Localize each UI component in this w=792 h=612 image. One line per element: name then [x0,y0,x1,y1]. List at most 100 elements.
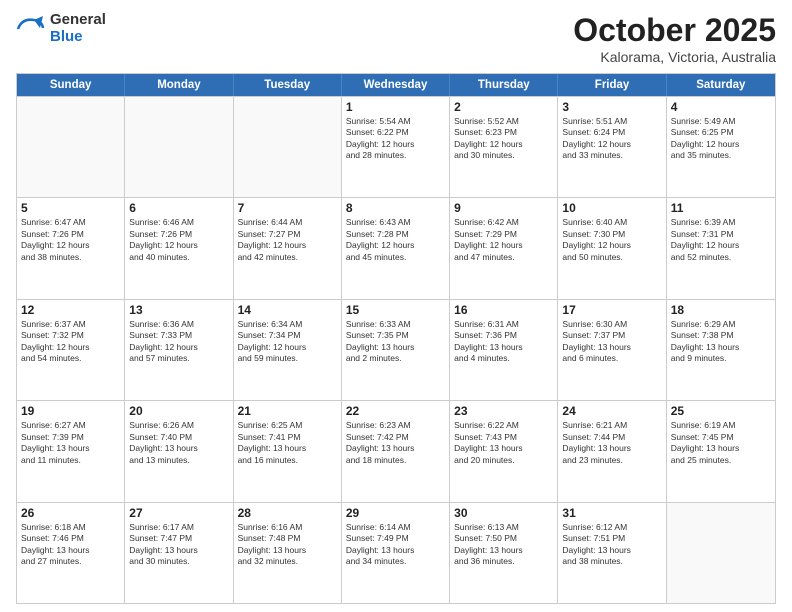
day-cell-3: 3 Sunrise: 5:51 AM Sunset: 6:24 PM Daylig… [558,97,666,197]
empty-cell-0-2 [234,97,342,197]
cell-info-text: Sunrise: 6:13 AM Sunset: 7:50 PM Dayligh… [454,522,553,568]
cell-info-text: Sunrise: 6:17 AM Sunset: 7:47 PM Dayligh… [129,522,228,568]
day-cell-17: 17Sunrise: 6:30 AM Sunset: 7:37 PM Dayli… [558,300,666,400]
header-day-sunday: Sunday [17,74,125,96]
day-cell-8: 8Sunrise: 6:43 AM Sunset: 7:28 PM Daylig… [342,198,450,298]
cell-info-text: Sunrise: 5:49 AM Sunset: 6:25 PM Dayligh… [671,116,771,162]
cell-info-text: Sunrise: 5:54 AM Sunset: 6:22 PM Dayligh… [346,116,445,162]
week-row-1: 1 Sunrise: 5:54 AM Sunset: 6:22 PM Daylig… [17,96,775,197]
day-cell-11: 11 Sunrise: 6:39 AM Sunset: 7:31 PM Dayli… [667,198,775,298]
header-day-wednesday: Wednesday [342,74,450,96]
cell-day-number: 6 [129,201,228,215]
cell-info-text: Sunrise: 6:40 AM Sunset: 7:30 PM Dayligh… [562,217,661,263]
cell-day-number: 17 [562,303,661,317]
day-cell-21: 21Sunrise: 6:25 AM Sunset: 7:41 PM Dayli… [234,401,342,501]
cell-day-number: 2 [454,100,553,114]
cell-day-number: 30 [454,506,553,520]
empty-cell-4-6 [667,503,775,603]
cell-info-text: Sunrise: 6:27 AM Sunset: 7:39 PM Dayligh… [21,420,120,466]
day-cell-18: 18 Sunrise: 6:29 AM Sunset: 7:38 PM Dayli… [667,300,775,400]
week-row-2: 5 Sunrise: 6:47 AM Sunset: 7:26 PM Daylig… [17,197,775,298]
cell-day-number: 1 [346,100,445,114]
title-block: October 2025 Kalorama, Victoria, Austral… [573,12,776,65]
cell-info-text: Sunrise: 6:42 AM Sunset: 7:29 PM Dayligh… [454,217,553,263]
cell-info-text: Sunrise: 6:23 AM Sunset: 7:42 PM Dayligh… [346,420,445,466]
day-cell-4: 4 Sunrise: 5:49 AM Sunset: 6:25 PM Daylig… [667,97,775,197]
cell-day-number: 18 [671,303,771,317]
day-cell-14: 14Sunrise: 6:34 AM Sunset: 7:34 PM Dayli… [234,300,342,400]
cell-info-text: Sunrise: 6:12 AM Sunset: 7:51 PM Dayligh… [562,522,661,568]
cell-day-number: 27 [129,506,228,520]
cell-day-number: 4 [671,100,771,114]
logo-blue-text: Blue [50,29,106,46]
cell-day-number: 26 [21,506,120,520]
cell-info-text: Sunrise: 6:21 AM Sunset: 7:44 PM Dayligh… [562,420,661,466]
day-cell-5: 5 Sunrise: 6:47 AM Sunset: 7:26 PM Daylig… [17,198,125,298]
cell-day-number: 11 [671,201,771,215]
cell-info-text: Sunrise: 6:47 AM Sunset: 7:26 PM Dayligh… [21,217,120,263]
day-cell-28: 28Sunrise: 6:16 AM Sunset: 7:48 PM Dayli… [234,503,342,603]
cell-day-number: 12 [21,303,120,317]
week-row-3: 12 Sunrise: 6:37 AM Sunset: 7:32 PM Dayli… [17,299,775,400]
logo-icon [16,14,46,44]
header-day-monday: Monday [125,74,233,96]
day-cell-25: 25 Sunrise: 6:19 AM Sunset: 7:45 PM Dayli… [667,401,775,501]
cell-day-number: 20 [129,404,228,418]
cell-day-number: 10 [562,201,661,215]
cell-day-number: 15 [346,303,445,317]
cell-day-number: 5 [21,201,120,215]
cell-day-number: 7 [238,201,337,215]
empty-cell-0-0 [17,97,125,197]
cell-day-number: 16 [454,303,553,317]
cell-info-text: Sunrise: 6:31 AM Sunset: 7:36 PM Dayligh… [454,319,553,365]
cell-day-number: 19 [21,404,120,418]
header-day-tuesday: Tuesday [234,74,342,96]
day-cell-15: 15 Sunrise: 6:33 AM Sunset: 7:35 PM Dayli… [342,300,450,400]
cell-day-number: 9 [454,201,553,215]
day-cell-26: 26Sunrise: 6:18 AM Sunset: 7:46 PM Dayli… [17,503,125,603]
logo-text: General Blue [50,12,106,45]
logo-general-text: General [50,12,106,29]
cell-info-text: Sunrise: 6:33 AM Sunset: 7:35 PM Dayligh… [346,319,445,365]
empty-cell-0-1 [125,97,233,197]
cell-day-number: 25 [671,404,771,418]
day-cell-31: 31 Sunrise: 6:12 AM Sunset: 7:51 PM Dayli… [558,503,666,603]
cell-info-text: Sunrise: 6:16 AM Sunset: 7:48 PM Dayligh… [238,522,337,568]
location-subtitle: Kalorama, Victoria, Australia [573,49,776,65]
calendar-body: 1 Sunrise: 5:54 AM Sunset: 6:22 PM Daylig… [17,96,775,603]
cell-day-number: 31 [562,506,661,520]
cell-info-text: Sunrise: 6:14 AM Sunset: 7:49 PM Dayligh… [346,522,445,568]
header: General Blue October 2025 Kalorama, Vict… [16,12,776,65]
day-cell-30: 30 Sunrise: 6:13 AM Sunset: 7:50 PM Dayli… [450,503,558,603]
cell-day-number: 13 [129,303,228,317]
day-cell-20: 20Sunrise: 6:26 AM Sunset: 7:40 PM Dayli… [125,401,233,501]
cell-day-number: 29 [346,506,445,520]
calendar: SundayMondayTuesdayWednesdayThursdayFrid… [16,73,776,604]
calendar-header: SundayMondayTuesdayWednesdayThursdayFrid… [17,74,775,96]
page: General Blue October 2025 Kalorama, Vict… [0,0,792,612]
cell-info-text: Sunrise: 5:51 AM Sunset: 6:24 PM Dayligh… [562,116,661,162]
day-cell-9: 9 Sunrise: 6:42 AM Sunset: 7:29 PM Daylig… [450,198,558,298]
cell-info-text: Sunrise: 6:19 AM Sunset: 7:45 PM Dayligh… [671,420,771,466]
cell-info-text: Sunrise: 6:44 AM Sunset: 7:27 PM Dayligh… [238,217,337,263]
day-cell-22: 22Sunrise: 6:23 AM Sunset: 7:42 PM Dayli… [342,401,450,501]
day-cell-1: 1 Sunrise: 5:54 AM Sunset: 6:22 PM Daylig… [342,97,450,197]
cell-info-text: Sunrise: 6:39 AM Sunset: 7:31 PM Dayligh… [671,217,771,263]
day-cell-24: 24 Sunrise: 6:21 AM Sunset: 7:44 PM Dayli… [558,401,666,501]
cell-info-text: Sunrise: 6:29 AM Sunset: 7:38 PM Dayligh… [671,319,771,365]
cell-info-text: Sunrise: 6:25 AM Sunset: 7:41 PM Dayligh… [238,420,337,466]
day-cell-6: 6 Sunrise: 6:46 AM Sunset: 7:26 PM Daylig… [125,198,233,298]
week-row-5: 26Sunrise: 6:18 AM Sunset: 7:46 PM Dayli… [17,502,775,603]
cell-day-number: 23 [454,404,553,418]
week-row-4: 19 Sunrise: 6:27 AM Sunset: 7:39 PM Dayli… [17,400,775,501]
cell-day-number: 3 [562,100,661,114]
cell-day-number: 24 [562,404,661,418]
month-title: October 2025 [573,12,776,49]
cell-day-number: 8 [346,201,445,215]
cell-info-text: Sunrise: 6:46 AM Sunset: 7:26 PM Dayligh… [129,217,228,263]
day-cell-27: 27 Sunrise: 6:17 AM Sunset: 7:47 PM Dayli… [125,503,233,603]
day-cell-23: 23Sunrise: 6:22 AM Sunset: 7:43 PM Dayli… [450,401,558,501]
cell-info-text: Sunrise: 6:37 AM Sunset: 7:32 PM Dayligh… [21,319,120,365]
header-day-friday: Friday [558,74,666,96]
day-cell-29: 29 Sunrise: 6:14 AM Sunset: 7:49 PM Dayli… [342,503,450,603]
